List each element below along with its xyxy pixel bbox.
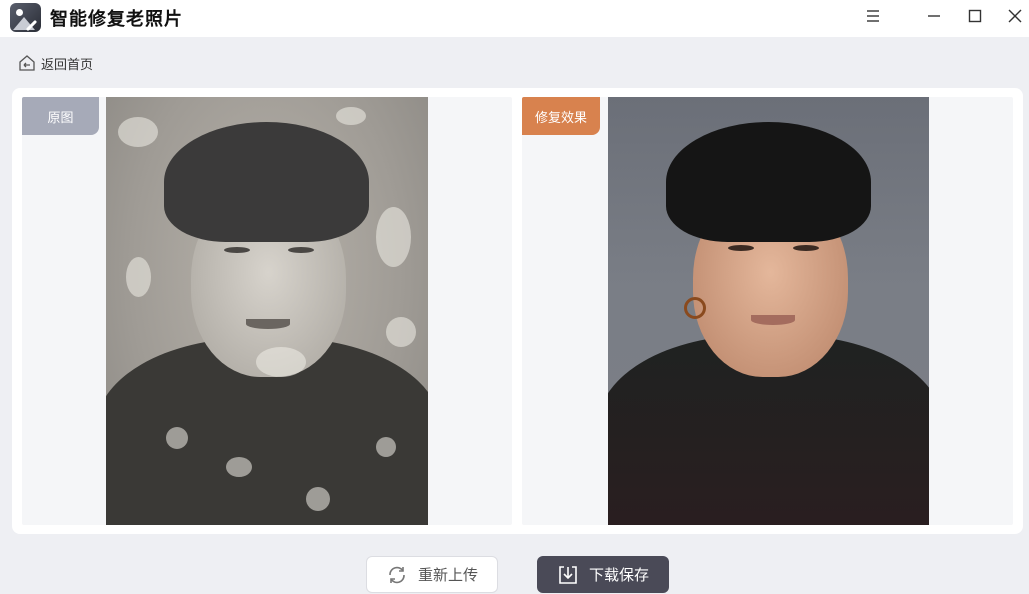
home-back-icon (19, 55, 35, 71)
download-label: 下载保存 (588, 567, 649, 584)
back-home-label: 返回首页 (41, 56, 94, 72)
refresh-icon (389, 566, 405, 583)
maximize-button[interactable] (960, 4, 990, 28)
hamburger-icon (867, 10, 879, 22)
comparison-card: 原图 修复效果 (12, 88, 1023, 534)
title-bar: 智能修复老照片 (0, 0, 1029, 37)
restored-photo (608, 97, 929, 525)
restored-panel: 修复效果 (522, 97, 1013, 525)
reupload-label: 重新上传 (417, 567, 478, 584)
menu-button[interactable] (858, 4, 888, 28)
original-photo (106, 97, 428, 525)
download-icon (559, 565, 577, 584)
reupload-button[interactable]: 重新上传 (366, 556, 498, 593)
download-button[interactable]: 下载保存 (537, 556, 669, 593)
back-home-link[interactable]: 返回首页 (18, 52, 93, 74)
app-title: 智能修复老照片 (50, 9, 183, 29)
restored-tag: 修复效果 (522, 97, 600, 135)
app-logo-icon (10, 3, 41, 32)
minimize-button[interactable] (919, 4, 949, 28)
original-tag: 原图 (22, 97, 99, 135)
original-panel: 原图 (22, 97, 512, 525)
close-button[interactable] (1000, 4, 1029, 28)
close-icon (1008, 9, 1022, 23)
minimize-icon (928, 15, 940, 17)
maximize-icon (968, 9, 982, 23)
